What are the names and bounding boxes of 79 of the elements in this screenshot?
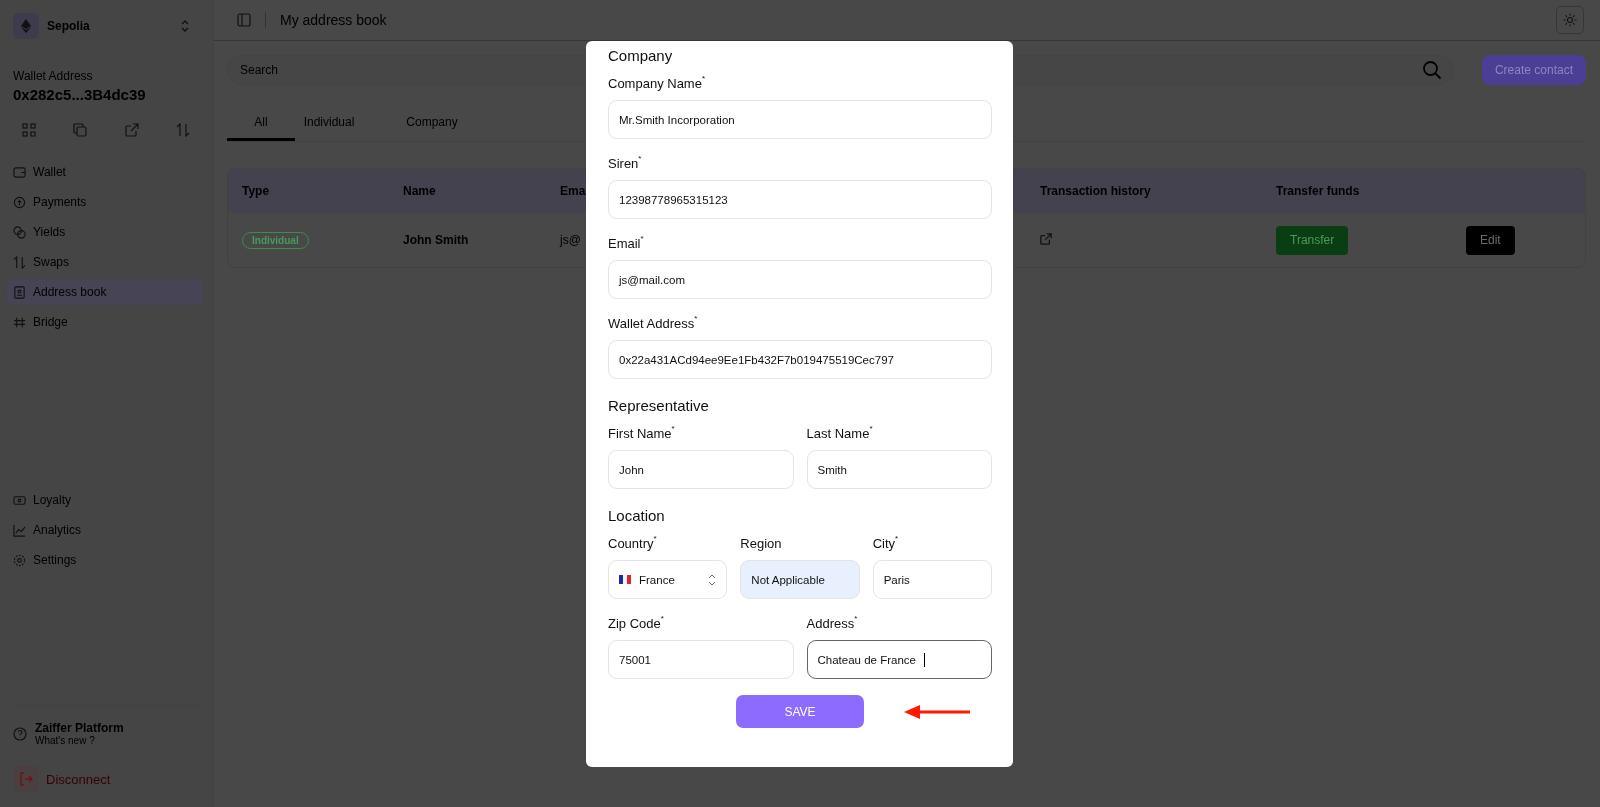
network-name: Sepolia [47, 19, 91, 33]
section-heading: Representative [608, 395, 710, 416]
theme-toggle-button[interactable] [1556, 6, 1584, 34]
field-label: Address$^{*}$ [806, 614, 859, 632]
input-field[interactable]: Chateau de France [806, 640, 992, 679]
column-header: Transfer funds [1276, 184, 1360, 198]
save-button[interactable]: SAVE [736, 695, 864, 728]
column-header: Transaction history [1040, 184, 1151, 198]
input-field[interactable]: 0x22a431ACd94ee9Ee1Fb432F7b019475519Cec797 [608, 340, 992, 379]
section-heading: Location [608, 505, 666, 526]
disconnect-link[interactable]: Disconnect [46, 771, 111, 787]
edit-button[interactable]: Edit [1466, 225, 1515, 255]
help-icon [13, 726, 27, 741]
external-link-icon[interactable] [124, 123, 139, 137]
book-icon [13, 285, 26, 299]
field-label: First Name$^{*}$ [608, 424, 676, 442]
field-label: Region [740, 534, 783, 552]
input-field[interactable]: Smith [806, 450, 992, 489]
input-field[interactable]: js@mail.com [608, 260, 992, 299]
input-field[interactable]: Mr.Smith Incorporation [608, 100, 992, 139]
logout-icon[interactable] [13, 766, 39, 792]
field-label: Company Name$^{*}$ [608, 74, 707, 92]
bridge-icon [13, 315, 26, 329]
country-select[interactable]: France [608, 560, 728, 599]
sidebar-item[interactable]: Wallet [7, 159, 203, 185]
field-label: Email$^{*}$ [608, 234, 645, 252]
sidebar-toggle-icon[interactable] [237, 13, 251, 27]
swap-icon [13, 255, 26, 269]
sidebar-item[interactable]: Yields [7, 219, 203, 245]
table-cell: js@ [560, 233, 581, 247]
section-heading: Company [608, 45, 674, 66]
sidebar-item[interactable]: Payments [7, 189, 203, 215]
sidebar-item[interactable]: Analytics [7, 517, 203, 543]
gear-icon [13, 553, 26, 567]
column-header: Ema [560, 184, 586, 198]
column-header: Type [242, 184, 270, 198]
sidebar-item[interactable]: Swaps [7, 249, 203, 275]
qr-code-icon[interactable] [22, 123, 36, 137]
field-label: Siren$^{*}$ [608, 154, 643, 172]
sidebar-item[interactable]: Address book [7, 279, 203, 305]
tab[interactable]: Individual [295, 109, 363, 141]
sidebar-item[interactable]: Loyalty [7, 487, 203, 513]
tab[interactable]: All [227, 109, 295, 141]
ethereum-icon [13, 13, 39, 39]
copy-icon[interactable] [73, 123, 88, 137]
field-label: Zip Code$^{*}$ [608, 614, 665, 632]
input-field[interactable]: 75001 [608, 640, 794, 679]
column-header: Name [403, 184, 436, 198]
whats-new-link[interactable]: What's new ? [35, 735, 124, 746]
create-contact-button[interactable]: Create contact [1481, 55, 1586, 85]
annotation-arrow [904, 704, 970, 720]
wallet-address: 0x282c5...3B4dc39 [13, 86, 147, 103]
page-title: My address book [280, 12, 388, 28]
chevron-updown-icon [708, 573, 717, 586]
external-link-icon[interactable] [1040, 232, 1052, 245]
circles-icon [13, 225, 26, 239]
field-label: Last Name$^{*}$ [806, 424, 874, 442]
wallet-label: Wallet Address [13, 69, 94, 83]
sun-icon [1563, 13, 1577, 27]
field-label: Wallet Address$^{*}$ [608, 314, 699, 332]
input-field[interactable]: Not Applicable [740, 560, 860, 599]
sidebar-item[interactable]: Settings [7, 547, 203, 573]
field-label: Country$^{*}$ [608, 534, 658, 552]
platform-title: Zaiffer Platform [35, 721, 124, 735]
chart-icon [13, 523, 26, 537]
input-field[interactable]: Paris [872, 560, 992, 599]
sidebar-item[interactable]: Bridge [7, 309, 203, 335]
flag-icon [619, 575, 631, 584]
wallet-icon [13, 165, 26, 179]
field-label: City$^{*}$ [872, 534, 900, 552]
input-field[interactable]: John [608, 450, 794, 489]
transfer-button[interactable]: Transfer [1276, 225, 1349, 255]
ticket-icon [13, 493, 26, 507]
input-field[interactable]: 12398778965315123 [608, 180, 992, 219]
tab[interactable]: Company [398, 109, 466, 141]
search-icon [1421, 60, 1442, 80]
swap-arrows-icon[interactable] [176, 123, 190, 137]
chevron-updown-icon[interactable] [180, 19, 190, 33]
table-cell: John Smith [403, 233, 469, 247]
